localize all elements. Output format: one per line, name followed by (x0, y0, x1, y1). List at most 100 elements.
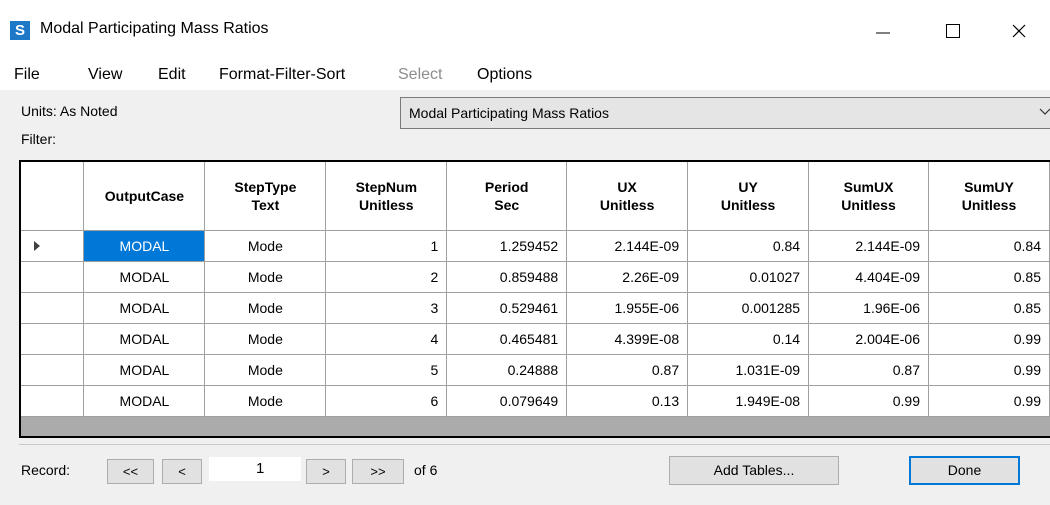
cell-ux[interactable]: 0.13 (566, 385, 689, 417)
column-header-sumuy[interactable]: SumUY Unitless (928, 162, 1050, 231)
cell-stepnum[interactable]: 4 (325, 323, 448, 355)
cell-stepnum[interactable]: 3 (325, 292, 448, 324)
close-button[interactable] (996, 12, 1042, 50)
cell-sumuy[interactable]: 0.84 (928, 230, 1050, 262)
table-row[interactable]: MODAL Mode 4 0.465481 4.399E-08 0.14 2.0… (21, 323, 1050, 355)
cell-steptype[interactable]: Mode (204, 385, 327, 417)
cell-period[interactable]: 0.529461 (446, 292, 568, 324)
cell-sumux[interactable]: 4.404E-09 (808, 261, 929, 293)
menu-format-filter-sort[interactable]: Format-Filter-Sort (219, 66, 345, 84)
cell-sumux[interactable]: 0.99 (808, 385, 929, 417)
cell-uy[interactable]: 0.001285 (687, 292, 810, 324)
bottom-separator (19, 444, 1050, 445)
record-number-value: 1 (256, 460, 265, 477)
menu-bar: File View Edit Format-Filter-Sort Select… (0, 62, 1050, 90)
cell-uy[interactable]: 0.01027 (687, 261, 810, 293)
cell-sumuy[interactable]: 0.99 (928, 385, 1050, 417)
filter-label: Filter: (21, 131, 56, 147)
record-number-input[interactable]: 1 (209, 457, 301, 481)
table-row[interactable]: MODAL Mode 6 0.079649 0.13 1.949E-08 0.9… (21, 385, 1050, 417)
row-selector[interactable] (21, 292, 85, 324)
cell-outputcase[interactable]: MODAL (83, 261, 206, 293)
cell-ux[interactable]: 2.144E-09 (566, 230, 689, 262)
cell-sumuy[interactable]: 0.85 (928, 261, 1050, 293)
row-header-corner[interactable] (21, 162, 85, 231)
row-selector[interactable] (21, 354, 85, 386)
table-row[interactable]: MODAL Mode 5 0.24888 0.87 1.031E-09 0.87… (21, 354, 1050, 386)
cell-sumuy[interactable]: 0.85 (928, 292, 1050, 324)
cell-stepnum[interactable]: 5 (325, 354, 448, 386)
done-button[interactable]: Done (909, 456, 1020, 485)
close-icon (1012, 24, 1026, 38)
table-row[interactable]: MODAL Mode 3 0.529461 1.955E-06 0.001285… (21, 292, 1050, 324)
column-header-sumux[interactable]: SumUX Unitless (808, 162, 929, 231)
previous-record-button[interactable]: < (162, 459, 202, 484)
add-tables-button[interactable]: Add Tables... (669, 456, 839, 485)
table-row[interactable]: MODAL Mode 2 0.859488 2.26E-09 0.01027 4… (21, 261, 1050, 293)
cell-period[interactable]: 0.859488 (446, 261, 568, 293)
menu-view[interactable]: View (88, 66, 122, 84)
cell-period[interactable]: 0.24888 (446, 354, 568, 386)
cell-stepnum[interactable]: 6 (325, 385, 448, 417)
cell-steptype[interactable]: Mode (204, 261, 327, 293)
cell-ux[interactable]: 2.26E-09 (566, 261, 689, 293)
table-row[interactable]: MODAL Mode 1 1.259452 2.144E-09 0.84 2.1… (21, 230, 1050, 262)
cell-period[interactable]: 0.079649 (446, 385, 568, 417)
chevron-down-icon (1039, 108, 1050, 115)
cell-ux[interactable]: 1.955E-06 (566, 292, 689, 324)
table-select-dropdown[interactable]: Modal Participating Mass Ratios (400, 97, 1050, 129)
minimize-icon (876, 32, 890, 34)
table-select-value: Modal Participating Mass Ratios (409, 105, 609, 121)
cell-steptype[interactable]: Mode (204, 230, 327, 262)
cell-ux[interactable]: 4.399E-08 (566, 323, 689, 355)
table-header-row: OutputCase StepType Text StepNum Unitles… (21, 162, 1050, 231)
column-header-period[interactable]: Period Sec (446, 162, 568, 231)
cell-uy[interactable]: 1.949E-08 (687, 385, 810, 417)
cell-steptype[interactable]: Mode (204, 354, 327, 386)
cell-ux[interactable]: 0.87 (566, 354, 689, 386)
cell-period[interactable]: 0.465481 (446, 323, 568, 355)
row-selector[interactable] (21, 230, 85, 262)
cell-outputcase[interactable]: MODAL (83, 292, 206, 324)
cell-uy[interactable]: 0.84 (687, 230, 810, 262)
column-header-steptype[interactable]: StepType Text (204, 162, 327, 231)
cell-sumux[interactable]: 2.004E-06 (808, 323, 929, 355)
cell-sumux[interactable]: 0.87 (808, 354, 929, 386)
minimize-button[interactable] (860, 12, 906, 50)
data-table: OutputCase StepType Text StepNum Unitles… (21, 162, 1050, 417)
menu-edit[interactable]: Edit (158, 66, 186, 84)
cell-outputcase[interactable]: MODAL (83, 323, 206, 355)
last-record-button[interactable]: >> (352, 459, 404, 484)
row-selector[interactable] (21, 385, 85, 417)
cell-steptype[interactable]: Mode (204, 323, 327, 355)
cell-stepnum[interactable]: 2 (325, 261, 448, 293)
menu-file[interactable]: File (14, 66, 40, 84)
record-count: of 6 (414, 462, 438, 478)
cell-sumux[interactable]: 2.144E-09 (808, 230, 929, 262)
cell-sumux[interactable]: 1.96E-06 (808, 292, 929, 324)
cell-stepnum[interactable]: 1 (325, 230, 448, 262)
cell-sumuy[interactable]: 0.99 (928, 354, 1050, 386)
cell-outputcase[interactable]: MODAL (83, 354, 206, 386)
column-header-ux[interactable]: UX Unitless (566, 162, 689, 231)
maximize-button[interactable] (930, 12, 976, 50)
cell-period[interactable]: 1.259452 (446, 230, 568, 262)
record-label: Record: (21, 462, 71, 478)
cell-outputcase[interactable]: MODAL (83, 230, 206, 262)
cell-uy[interactable]: 1.031E-09 (687, 354, 810, 386)
column-header-uy[interactable]: UY Unitless (687, 162, 810, 231)
maximize-icon (946, 24, 960, 38)
cell-steptype[interactable]: Mode (204, 292, 327, 324)
menu-select[interactable]: Select (398, 66, 442, 84)
cell-outputcase[interactable]: MODAL (83, 385, 206, 417)
row-selector[interactable] (21, 261, 85, 293)
column-header-stepnum[interactable]: StepNum Unitless (325, 162, 448, 231)
menu-options[interactable]: Options (477, 66, 532, 84)
cell-sumuy[interactable]: 0.99 (928, 323, 1050, 355)
app-logo-icon: S (10, 21, 30, 40)
next-record-button[interactable]: > (306, 459, 346, 484)
row-selector[interactable] (21, 323, 85, 355)
first-record-button[interactable]: << (107, 459, 154, 484)
column-header-outputcase[interactable]: OutputCase (83, 162, 206, 231)
cell-uy[interactable]: 0.14 (687, 323, 810, 355)
